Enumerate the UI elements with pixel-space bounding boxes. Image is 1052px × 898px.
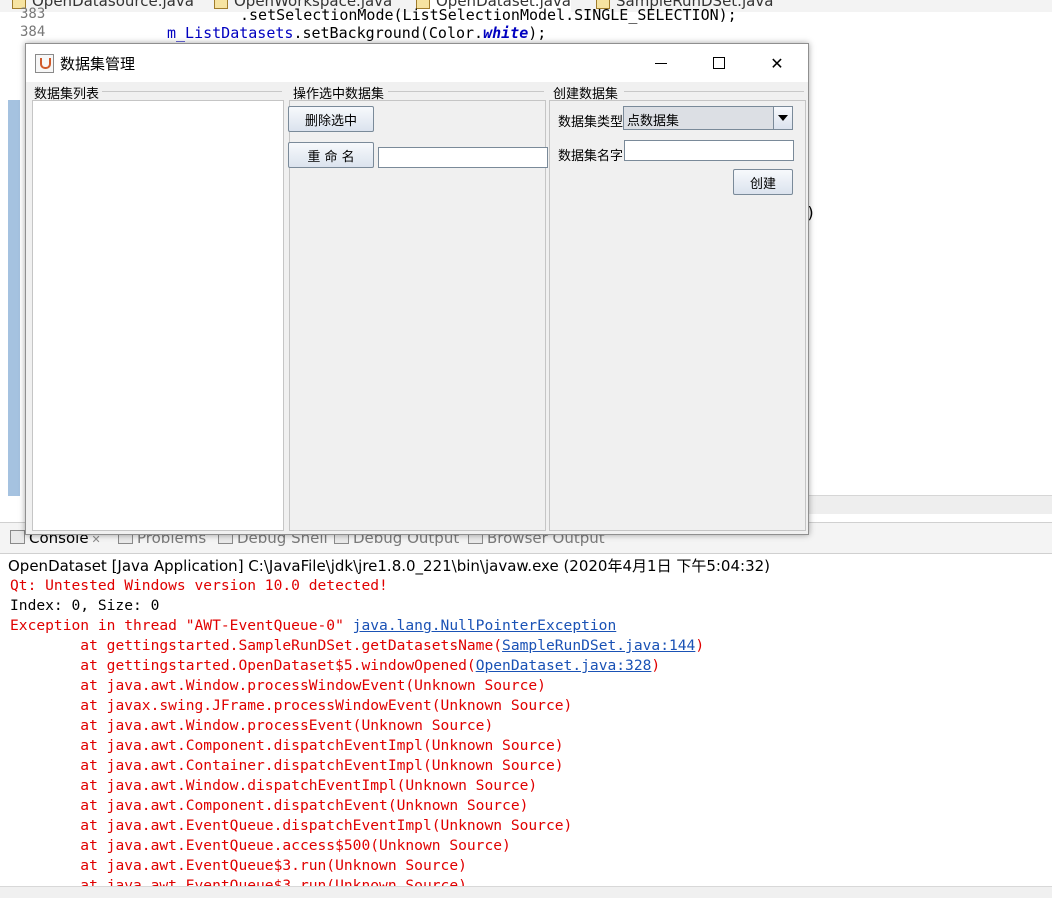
console-line: at java.awt.Container.dispatchEventImpl(… [10,757,564,774]
dataset-type-select[interactable]: 点数据集 [623,106,793,130]
console-line: at gettingstarted.OpenDataset$5.windowOp… [10,657,661,674]
console-line: at java.awt.Window.processWindowEvent(Un… [10,677,546,694]
create-dataset-panel: 创建数据集 数据集类型 点数据集 数据集名字 创建 [548,83,806,533]
source-link[interactable]: OpenDataset.java:328 [476,657,652,674]
create-button[interactable]: 创建 [733,169,793,195]
divider [624,91,804,92]
console-line: at java.awt.Window.dispatchEventImpl(Unk… [10,777,538,794]
console-icon [10,530,25,544]
close-button[interactable]: ✕ [748,44,806,82]
divider [388,91,544,92]
exception-link[interactable]: java.lang.NullPointerException [353,617,617,634]
console-line: at java.awt.EventQueue$3.run(Unknown Sou… [10,877,467,886]
line-number: 384 [20,24,46,40]
dataset-operations-panel: 操作选中数据集 删除选中 重 命 名 [288,83,548,533]
window-title: 数据集管理 [60,55,136,73]
source-link[interactable]: SampleRunDSet.java:144 [502,637,695,654]
panel-frame [549,100,806,531]
console-line: at java.awt.EventQueue$3.run(Unknown Sou… [10,857,467,874]
divider [102,91,282,92]
java-app-icon [35,54,54,73]
console-line: Qt: Untested Windows version 10.0 detect… [10,577,388,594]
window-title-bar[interactable]: 数据集管理 ✕ [26,44,808,82]
java-file-icon [214,0,228,9]
console-line: Exception in thread "AWT-EventQueue-0" j… [10,617,617,634]
console-line: at gettingstarted.SampleRunDSet.getDatas… [10,637,705,654]
console-line: at java.awt.Component.dispatchEventImpl(… [10,737,564,754]
chevron-down-icon[interactable] [773,107,792,129]
editor-horizontal-scrollbar[interactable] [808,495,1052,514]
dataset-name-input[interactable] [624,140,794,161]
dataset-list[interactable] [32,100,284,531]
rename-input[interactable] [378,147,548,168]
console-line: at java.awt.Window.processEvent(Unknown … [10,717,494,734]
delete-selected-button[interactable]: 删除选中 [288,106,374,132]
dataset-name-label: 数据集名字 [558,149,624,164]
console-line: at java.awt.EventQueue.access$500(Unknow… [10,837,511,854]
maximize-button[interactable] [690,44,748,82]
dataset-list-panel: 数据集列表 [26,83,288,533]
dataset-manager-window: 数据集管理 ✕ 数据集列表 操作选中数据集 删除选中 重 命 名 创建数据集 数… [25,43,809,535]
line-number: 383 [20,6,46,22]
console-line: at java.awt.Component.dispatchEvent(Unkn… [10,797,529,814]
console-horizontal-scrollbar[interactable] [0,886,1052,898]
close-icon: ✕ [770,53,784,73]
console-line: Index: 0, Size: 0 [10,597,160,614]
console-line: at javax.swing.JFrame.processWindowEvent… [10,697,573,714]
console-output[interactable]: Qt: Untested Windows version 10.0 detect… [10,576,1050,886]
console-line: at java.awt.EventQueue.dispatchEventImpl… [10,817,573,834]
console-process-description: OpenDataset [Java Application] C:\JavaFi… [8,557,771,575]
code-line: m_ListDatasets.setBackground(Color.white… [167,24,547,42]
dataset-type-label: 数据集类型 [558,115,624,130]
code-line: .setSelectionMode(ListSelectionModel.SIN… [240,6,737,24]
overview-ruler [8,100,20,496]
rename-button[interactable]: 重 命 名 [288,142,374,168]
minimize-button[interactable] [632,44,690,82]
